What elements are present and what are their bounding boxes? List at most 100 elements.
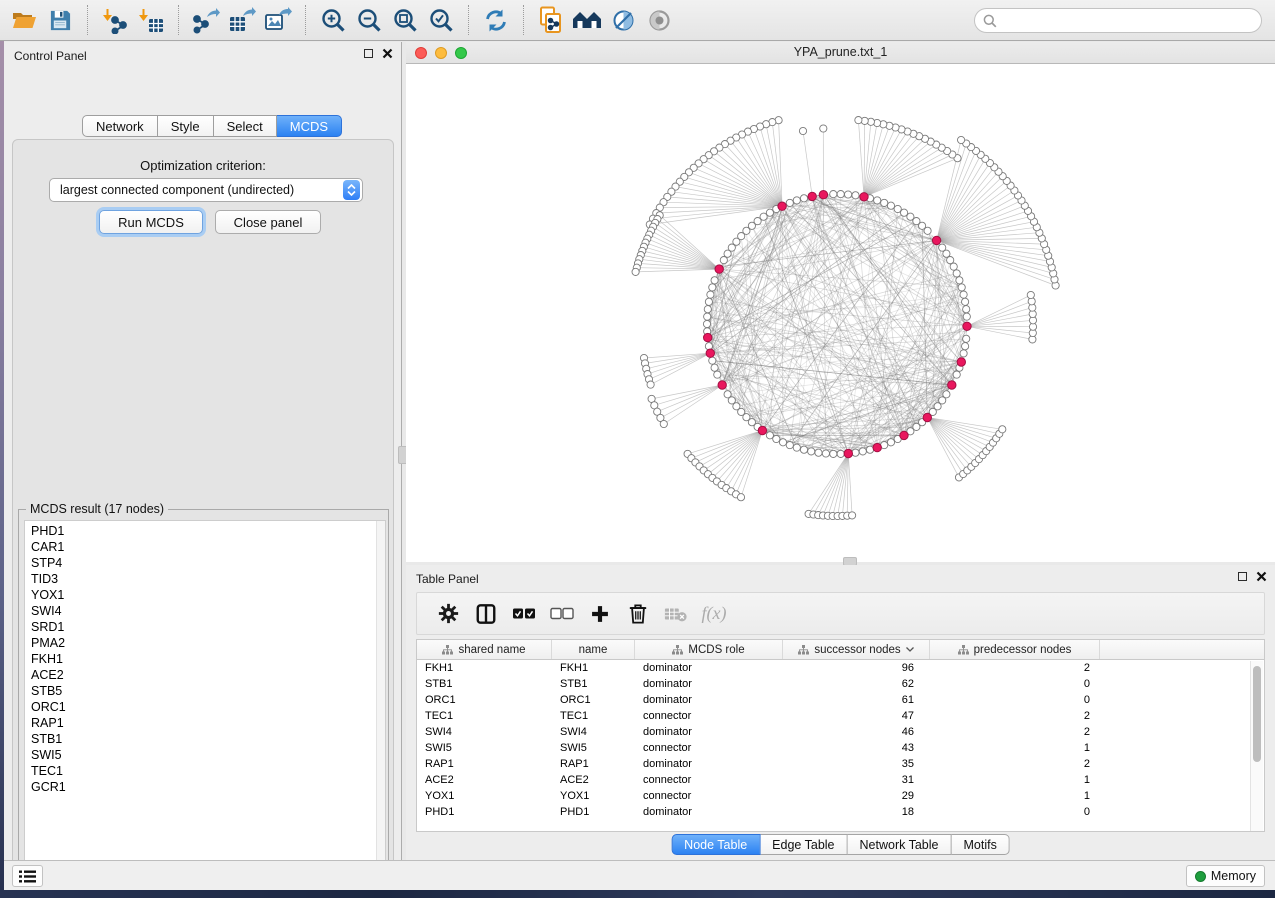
optimization-criterion-select[interactable]: largest connected component (undirected) bbox=[49, 178, 363, 202]
ring-node[interactable] bbox=[830, 191, 837, 198]
ring-node[interactable] bbox=[786, 442, 793, 449]
ring-node[interactable] bbox=[724, 250, 731, 257]
tab-network[interactable]: Network bbox=[82, 115, 158, 137]
run-mcds-button[interactable]: Run MCDS bbox=[99, 210, 203, 234]
mcds-node[interactable] bbox=[873, 443, 881, 451]
clone-network-button[interactable] bbox=[533, 4, 569, 36]
ring-node[interactable] bbox=[956, 277, 963, 284]
table-row[interactable]: ORC1ORC1dominator610 bbox=[417, 692, 1264, 708]
tab-motifs[interactable]: Motifs bbox=[951, 834, 1009, 855]
table-row[interactable]: TEC1TEC1connector472 bbox=[417, 708, 1264, 724]
ring-node[interactable] bbox=[815, 449, 822, 456]
close-panel-button[interactable]: Close panel bbox=[215, 210, 321, 234]
ring-node[interactable] bbox=[963, 335, 970, 342]
float-table-panel-icon[interactable] bbox=[1238, 572, 1247, 581]
zoom-selected-button[interactable] bbox=[423, 4, 459, 36]
mcds-result-item[interactable]: SRD1 bbox=[25, 619, 385, 635]
mcds-node[interactable] bbox=[704, 333, 712, 341]
mcds-result-item[interactable]: YOX1 bbox=[25, 587, 385, 603]
mcds-node[interactable] bbox=[758, 426, 766, 434]
ring-node[interactable] bbox=[793, 197, 800, 204]
ring-node[interactable] bbox=[779, 439, 786, 446]
mcds-node[interactable] bbox=[957, 358, 965, 366]
mcds-node[interactable] bbox=[932, 236, 940, 244]
search-input[interactable] bbox=[997, 14, 1261, 28]
mcds-result-item[interactable]: SWI4 bbox=[25, 603, 385, 619]
open-file-button[interactable] bbox=[6, 4, 42, 36]
ring-node[interactable] bbox=[943, 391, 950, 398]
refresh-button[interactable] bbox=[478, 4, 514, 36]
show-columns-button[interactable] bbox=[467, 597, 505, 631]
mcds-node[interactable] bbox=[718, 381, 726, 389]
column-header-successor-nodes[interactable]: successor nodes bbox=[783, 640, 930, 659]
ring-node[interactable] bbox=[711, 277, 718, 284]
ring-node[interactable] bbox=[852, 192, 859, 199]
export-network-button[interactable] bbox=[188, 4, 224, 36]
close-panel-icon[interactable] bbox=[382, 48, 393, 59]
mcds-node[interactable] bbox=[706, 349, 714, 357]
column-header-name[interactable]: name bbox=[552, 640, 635, 659]
zoom-out-button[interactable] bbox=[351, 4, 387, 36]
task-history-button[interactable] bbox=[12, 865, 43, 887]
ring-node[interactable] bbox=[887, 202, 894, 209]
ring-node[interactable] bbox=[822, 450, 829, 457]
leaf-node[interactable] bbox=[820, 125, 827, 132]
deselect-all-rows-button[interactable] bbox=[543, 597, 581, 631]
ring-node[interactable] bbox=[881, 199, 888, 206]
mcds-result-list[interactable]: PHD1CAR1STP4TID3YOX1SWI4SRD1PMA2FKH1ACE2… bbox=[24, 520, 386, 876]
select-all-rows-button[interactable] bbox=[505, 597, 543, 631]
mcds-result-item[interactable]: TEC1 bbox=[25, 763, 385, 779]
tab-edge-table[interactable]: Edge Table bbox=[760, 834, 847, 855]
mcds-result-item[interactable]: SWI5 bbox=[25, 747, 385, 763]
network-window-titlebar[interactable]: YPA_prune.txt_1 bbox=[406, 42, 1275, 64]
export-image-button[interactable] bbox=[260, 4, 296, 36]
leaf-node[interactable] bbox=[999, 426, 1006, 433]
ring-node[interactable] bbox=[704, 313, 711, 320]
float-panel-icon[interactable] bbox=[364, 49, 373, 58]
table-row[interactable]: PHD1PHD1dominator180 bbox=[417, 804, 1264, 820]
ring-node[interactable] bbox=[962, 343, 969, 350]
ring-node[interactable] bbox=[800, 195, 807, 202]
column-header-mcds-role[interactable]: MCDS role bbox=[635, 640, 783, 659]
zoom-fit-button[interactable] bbox=[387, 4, 423, 36]
mcds-result-item[interactable]: CAR1 bbox=[25, 539, 385, 555]
column-header-shared-name[interactable]: shared name bbox=[417, 640, 552, 659]
table-row[interactable]: ACE2ACE2connector311 bbox=[417, 772, 1264, 788]
mcds-result-item[interactable]: FKH1 bbox=[25, 651, 385, 667]
ring-node[interactable] bbox=[960, 350, 967, 357]
ring-node[interactable] bbox=[711, 364, 718, 371]
leaf-node[interactable] bbox=[799, 127, 806, 134]
table-scrollbar[interactable] bbox=[1250, 661, 1263, 832]
ring-node[interactable] bbox=[714, 371, 721, 378]
ring-node[interactable] bbox=[894, 205, 901, 212]
ring-node[interactable] bbox=[953, 371, 960, 378]
ring-node[interactable] bbox=[962, 298, 969, 305]
tab-network-table[interactable]: Network Table bbox=[848, 834, 952, 855]
mcds-node[interactable] bbox=[963, 322, 971, 330]
import-network-button[interactable] bbox=[97, 4, 133, 36]
tab-select[interactable]: Select bbox=[214, 115, 277, 137]
ring-node[interactable] bbox=[907, 213, 914, 220]
ring-node[interactable] bbox=[950, 263, 957, 270]
ring-node[interactable] bbox=[709, 357, 716, 364]
mcds-result-item[interactable]: TID3 bbox=[25, 571, 385, 587]
mcds-result-item[interactable]: GCR1 bbox=[25, 779, 385, 795]
ring-node[interactable] bbox=[963, 313, 970, 320]
mcds-node[interactable] bbox=[900, 431, 908, 439]
table-row[interactable]: FKH1FKH1dominator962 bbox=[417, 660, 1264, 676]
tab-mcds[interactable]: MCDS bbox=[277, 115, 342, 137]
function-builder-button[interactable]: f(x) bbox=[695, 597, 733, 631]
ring-node[interactable] bbox=[709, 284, 716, 291]
ring-node[interactable] bbox=[766, 209, 773, 216]
network-overview-button[interactable] bbox=[569, 4, 605, 36]
delete-column-button[interactable] bbox=[619, 597, 657, 631]
ring-node[interactable] bbox=[859, 448, 866, 455]
ring-node[interactable] bbox=[837, 191, 844, 198]
ring-node[interactable] bbox=[703, 320, 710, 327]
hide-details-button[interactable] bbox=[605, 4, 641, 36]
ring-node[interactable] bbox=[837, 450, 844, 457]
table-row[interactable]: SWI4SWI4dominator462 bbox=[417, 724, 1264, 740]
mcds-node[interactable] bbox=[844, 449, 852, 457]
table-settings-button[interactable] bbox=[429, 597, 467, 631]
ring-node[interactable] bbox=[800, 446, 807, 453]
